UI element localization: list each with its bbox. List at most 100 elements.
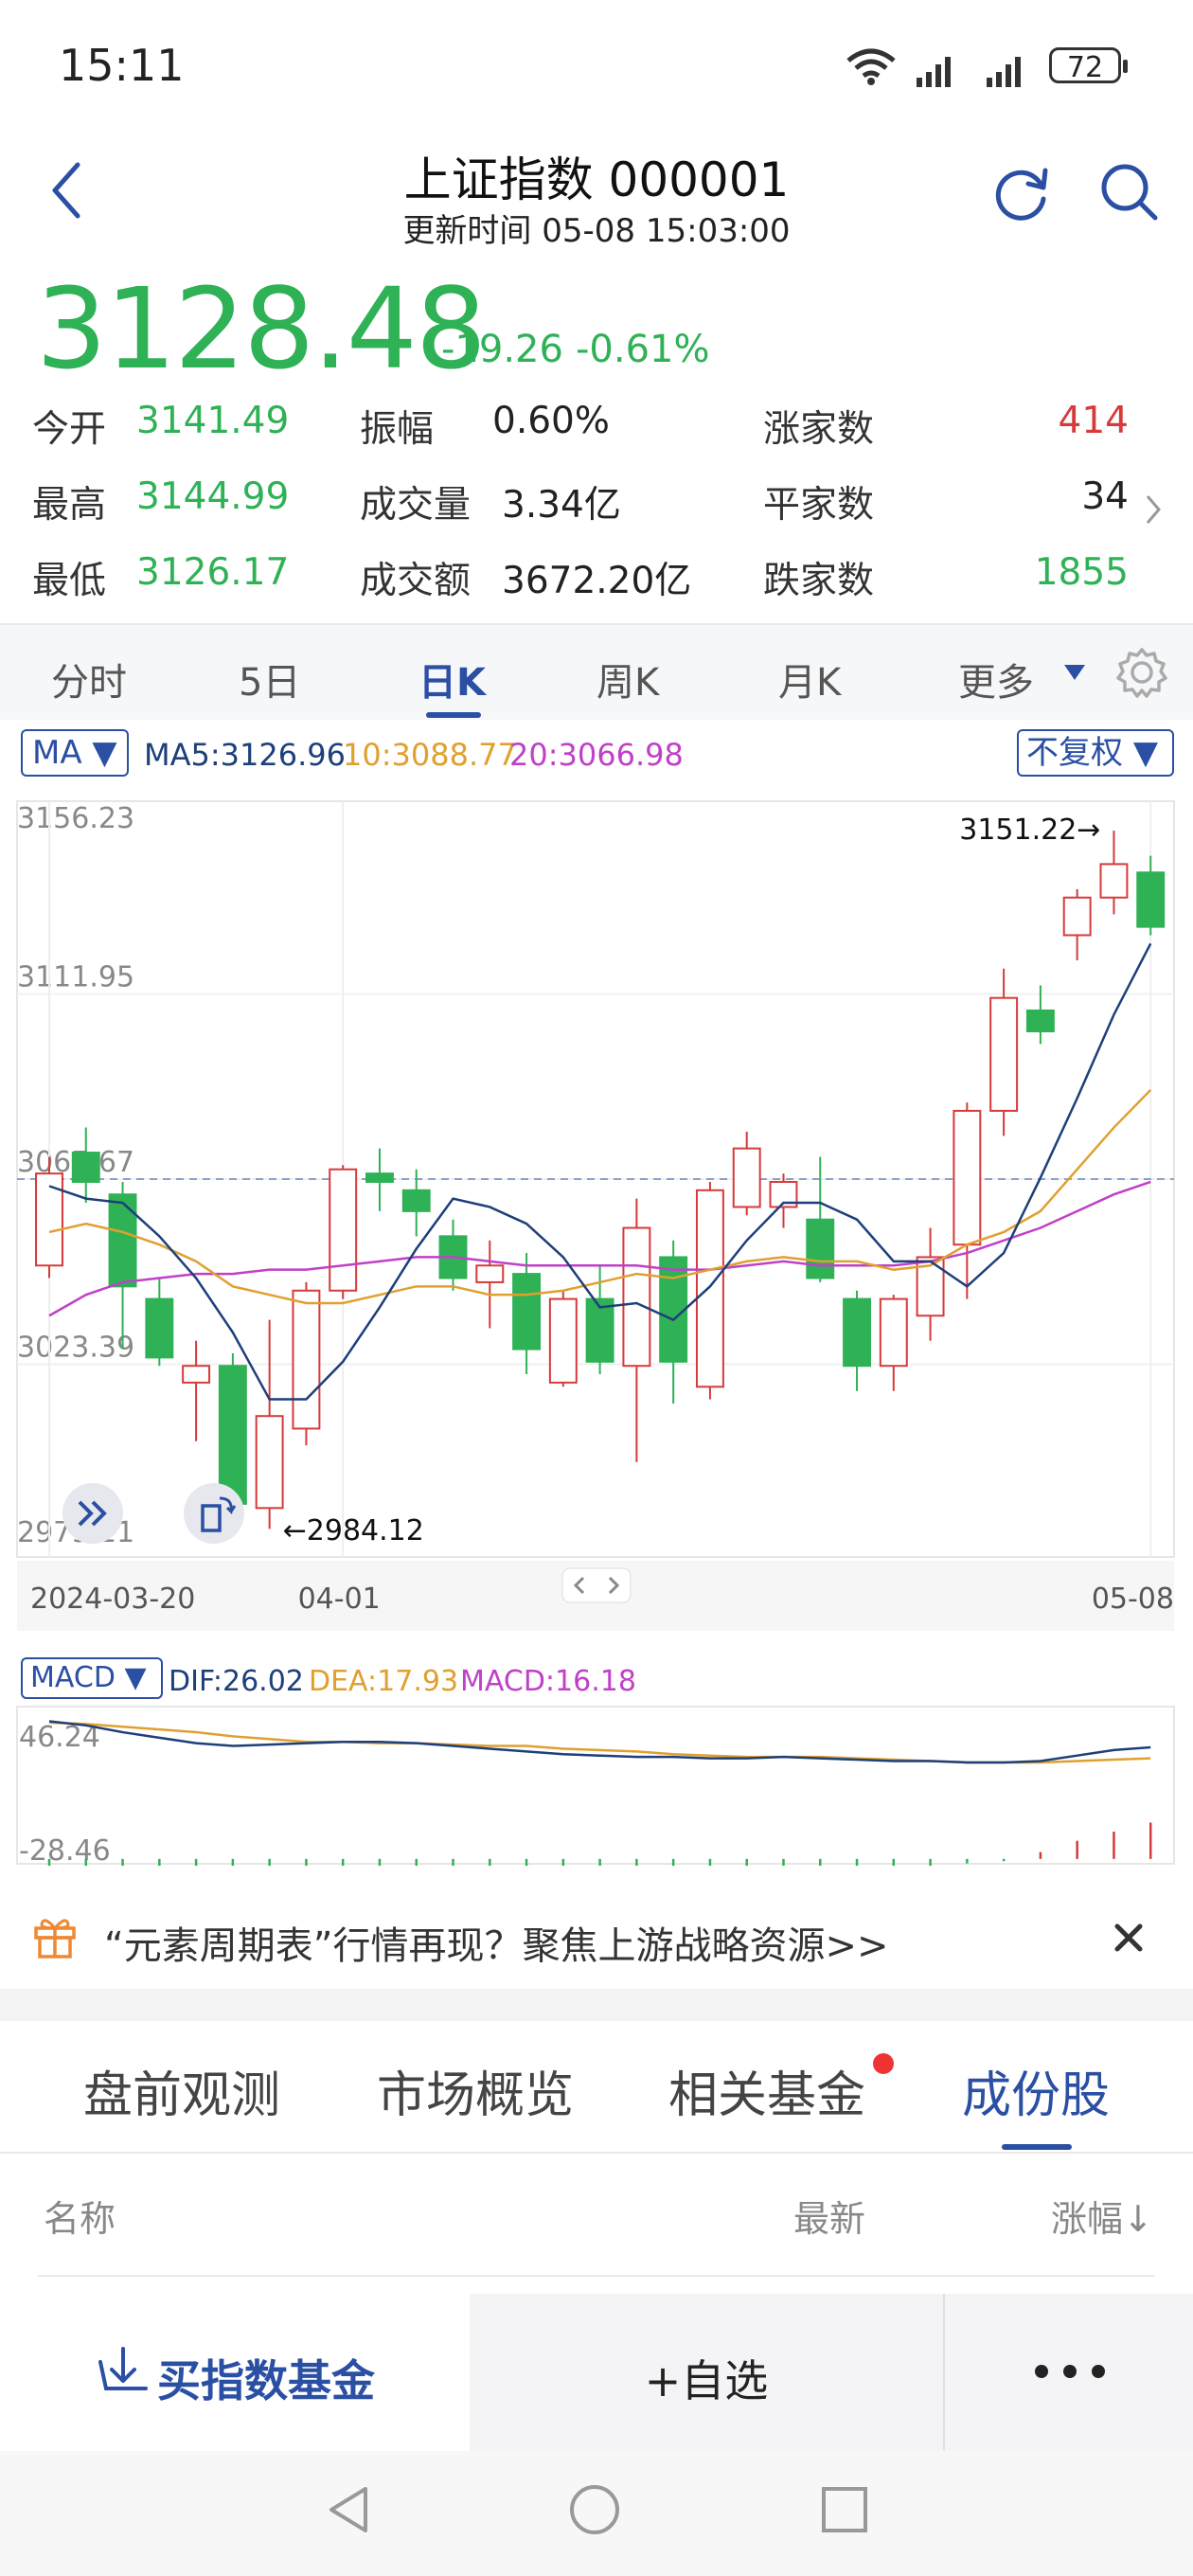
candle-up — [879, 1297, 908, 1368]
close-icon[interactable] — [1112, 1921, 1146, 1955]
candle-down — [1025, 1009, 1055, 1033]
amplitude-label: 振幅 — [360, 408, 435, 451]
candle-down — [145, 1297, 174, 1359]
candle-up — [475, 1264, 505, 1283]
open-value: 3141.49 — [136, 400, 290, 442]
action-bar: 买指数基金 +自选 — [0, 2294, 1193, 2451]
decliners-value: 1855 — [1034, 551, 1129, 594]
low-value: 3126.17 — [136, 551, 290, 594]
col-change-sort[interactable]: 涨幅↓ — [1051, 2190, 1153, 2242]
price-change: -19.26 — [441, 328, 563, 371]
ma-label: MA — [32, 734, 82, 772]
advancers-value: 414 — [1058, 400, 1129, 442]
candle-up — [292, 1289, 321, 1430]
ma-selector[interactable]: MA ▼ — [21, 729, 129, 777]
add-watchlist-button[interactable]: +自选 — [470, 2294, 943, 2451]
buy-fund-button[interactable]: 买指数基金 — [0, 2294, 470, 2451]
turnover-value: 3672.20亿 — [502, 560, 692, 602]
caret-down-icon[interactable] — [1060, 661, 1089, 684]
col-latest[interactable]: 最新 — [793, 2190, 865, 2242]
candle-down — [1136, 871, 1166, 928]
kline-chart[interactable]: 3156.233111.953067.673023.392979.113151.… — [0, 782, 1193, 1635]
volume-value: 3.34亿 — [502, 484, 621, 527]
search-icon[interactable] — [1098, 161, 1161, 224]
candle-up — [989, 996, 1019, 1112]
notification-dot — [873, 2053, 894, 2074]
col-name[interactable]: 名称 — [44, 2190, 116, 2242]
tab-monthly-k[interactable]: 月K — [778, 652, 841, 707]
tab-intraday[interactable]: 分时 — [51, 652, 127, 707]
candle-down — [659, 1256, 688, 1363]
tab-premarket[interactable]: 盘前观测 — [83, 2055, 280, 2126]
x-tick-label: 2024-03-20 — [30, 1583, 195, 1616]
advancers-label: 涨家数 — [763, 408, 875, 451]
adjust-label: 不复权 — [1026, 734, 1123, 772]
decliners-label: 跌家数 — [763, 560, 875, 602]
nav-recents-icon[interactable] — [816, 2481, 873, 2538]
tab-weekly-k[interactable]: 周K — [596, 652, 659, 707]
macd-chart[interactable]: 46.24-28.46 — [0, 1705, 1193, 1866]
candle-up — [622, 1226, 651, 1368]
candle-up — [953, 1109, 982, 1246]
candle-down — [218, 1365, 247, 1505]
signal-icons — [846, 48, 1021, 87]
tab-market-overview[interactable]: 市场概览 — [377, 2055, 574, 2126]
active-tab-indicator — [426, 712, 481, 718]
buy-fund-label: 买指数基金 — [157, 2355, 375, 2406]
open-label: 今开 — [32, 408, 107, 451]
candle-up — [1062, 896, 1092, 937]
chevron-right-icon[interactable] — [1142, 491, 1165, 528]
candle-down — [71, 1152, 100, 1183]
unchanged-label: 平家数 — [763, 484, 875, 527]
candle-down — [843, 1297, 871, 1368]
candle-up — [732, 1147, 761, 1208]
candle-up — [255, 1415, 284, 1510]
section-gap — [0, 1989, 1193, 2021]
wifi-icon — [846, 48, 896, 79]
ma10-value: 10:3088.77 — [343, 737, 517, 773]
gift-icon — [34, 1919, 76, 1959]
tab-more[interactable]: 更多 — [958, 652, 1034, 707]
macd-selector[interactable]: MACD ▼ — [21, 1657, 163, 1699]
active-bottom-tab-indicator — [1002, 2144, 1072, 2150]
more-button[interactable] — [945, 2294, 1193, 2451]
nav-back-icon[interactable] — [322, 2481, 379, 2538]
nav-home-icon[interactable] — [566, 2481, 623, 2538]
more-dots-icon — [1035, 2365, 1105, 2378]
candle-down — [365, 1172, 394, 1183]
tab-constituents[interactable]: 成份股 — [962, 2055, 1110, 2126]
dif-line — [48, 1720, 1151, 1764]
candle-up — [182, 1365, 211, 1384]
candle-down — [512, 1273, 542, 1351]
high-label: 最高 — [32, 484, 107, 527]
adjust-selector[interactable]: 不复权 ▼ — [1017, 729, 1174, 777]
chart-scroll-handle — [561, 1567, 632, 1603]
macd-frame — [16, 1706, 1175, 1865]
cell-signal-icon — [917, 57, 1021, 87]
low-label: 最低 — [32, 560, 107, 602]
y-tick-label: 3156.23 — [17, 802, 134, 835]
caret-down-icon: ▼ — [92, 734, 117, 772]
macd-label: MACD — [30, 1661, 116, 1694]
refresh-icon[interactable] — [990, 161, 1053, 224]
amplitude-value: 0.60% — [492, 400, 610, 442]
macd-value: MACD:16.18 — [460, 1665, 636, 1698]
tab-related-funds[interactable]: 相关基金 — [668, 2055, 865, 2126]
dea-value: DEA:17.93 — [309, 1665, 459, 1698]
add-watchlist-label: +自选 — [644, 2355, 769, 2406]
tab-daily-k[interactable]: 日K — [418, 652, 486, 707]
caret-down-icon: ▼ — [1132, 734, 1158, 772]
ma5-value: MA5:3126.96 — [144, 737, 346, 773]
turnover-label: 成交额 — [360, 560, 472, 602]
high-value: 3144.99 — [136, 475, 290, 518]
last-price: 3128.48 — [36, 263, 487, 394]
candle-up — [329, 1168, 358, 1292]
settings-gear-icon[interactable] — [1115, 646, 1168, 699]
tab-5day[interactable]: 5日 — [239, 652, 300, 707]
macd-y-tick-label: -28.46 — [19, 1834, 111, 1866]
y-tick-label: 3111.95 — [17, 961, 134, 994]
volume-label: 成交量 — [360, 484, 472, 527]
banner-text[interactable]: “元素周期表”行情再现？聚焦上游战略资源>> — [104, 1915, 888, 1970]
dif-value: DIF:26.02 — [169, 1665, 304, 1698]
caret-down-icon: ▼ — [124, 1661, 147, 1694]
